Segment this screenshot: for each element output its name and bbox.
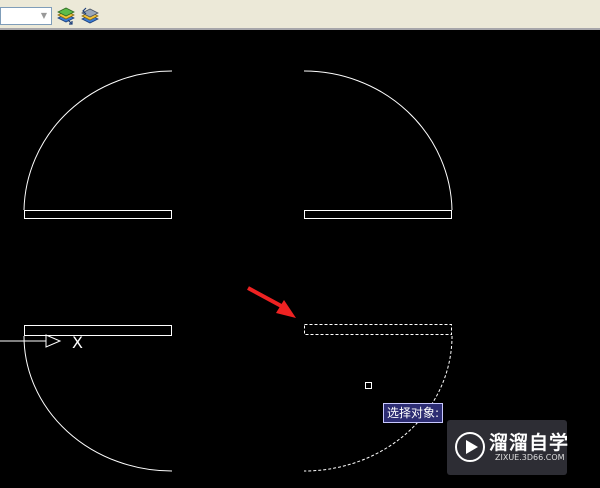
layer-previous-icon[interactable] (80, 6, 100, 26)
watermark-url: ZIXUE.3D66.COM (495, 453, 565, 462)
watermark: 溜溜自学 ZIXUE.3D66.COM (447, 420, 570, 475)
tooltip-text: 选择对象: (387, 406, 440, 420)
layer-dropdown[interactable]: ▼ (0, 7, 52, 25)
chevron-down-icon[interactable]: ▼ (37, 8, 51, 24)
layer-states-icon[interactable] (56, 6, 76, 26)
ucs-x-label: X (72, 333, 83, 352)
watermark-name: 溜溜自学 (489, 432, 570, 454)
toolbar: ▼ (0, 0, 600, 30)
play-logo-icon (455, 432, 485, 462)
command-tooltip: 选择对象: (383, 403, 444, 423)
